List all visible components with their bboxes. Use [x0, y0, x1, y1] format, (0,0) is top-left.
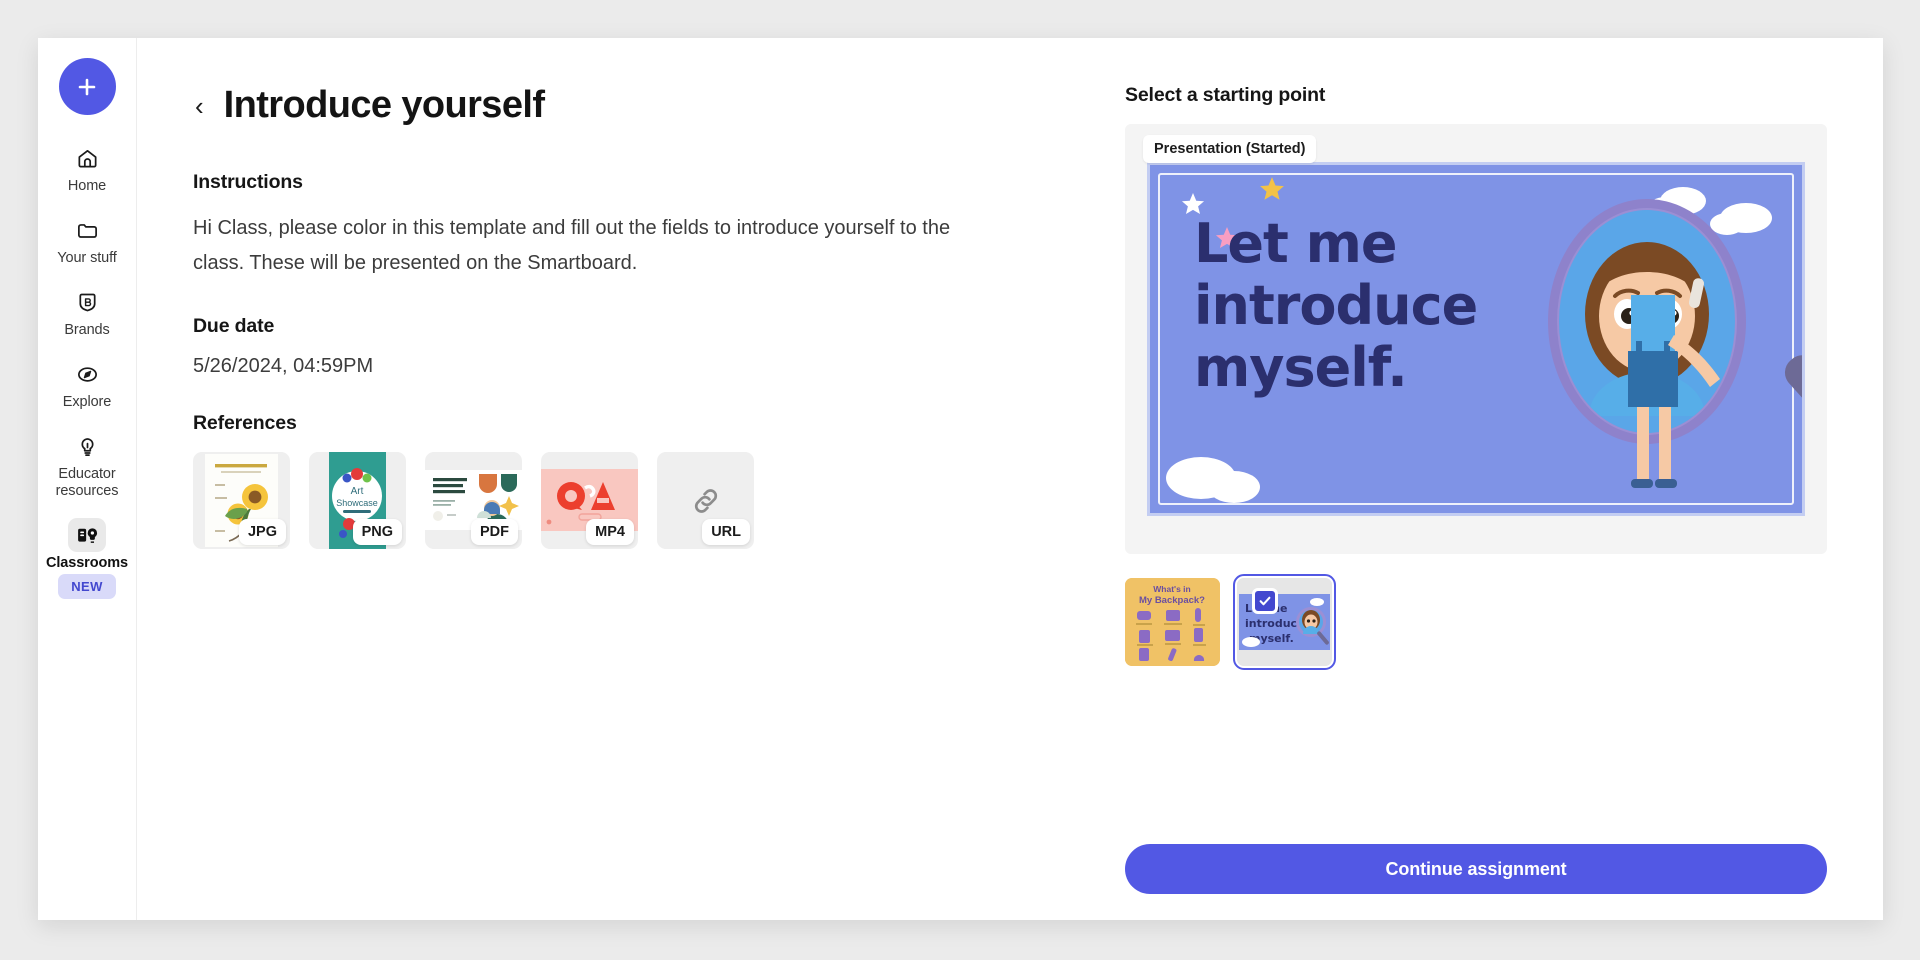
starting-point-thumb-backpack[interactable]: What's in My Backpack? — [1125, 578, 1220, 666]
assignment-details-column: ‹ Introduce yourself Instructions Hi Cla… — [193, 84, 1053, 920]
main-content: ‹ Introduce yourself Instructions Hi Cla… — [137, 38, 1883, 920]
slide-preview[interactable]: Let me introduce myself. — [1147, 162, 1805, 516]
new-badge: NEW — [58, 574, 116, 599]
due-date-value: 5/26/2024, 04:59PM — [193, 355, 374, 377]
sidebar-item-your-stuff[interactable]: Your stuff — [42, 213, 132, 267]
sidebar-item-label: Brands — [64, 322, 110, 338]
reference-card-png[interactable]: Art Showcase PNG — [309, 452, 406, 549]
starting-point-thumb-introduce-myself[interactable]: Let me introduce myself. — [1233, 574, 1336, 670]
page-title: Introduce yourself — [223, 84, 545, 126]
reference-type-badge: PNG — [352, 519, 402, 545]
svg-text:Art: Art — [351, 486, 364, 497]
folder-icon — [68, 213, 106, 247]
instructions-heading: Instructions — [193, 171, 303, 193]
cloud-icon — [1208, 471, 1260, 503]
reference-card-pdf[interactable]: PDF — [425, 452, 522, 549]
starting-point-heading: Select a starting point — [1125, 84, 1326, 106]
plus-icon — [75, 75, 99, 99]
app-card: Home Your stuff Brands Explore Educator … — [38, 38, 1883, 920]
bulb-icon — [68, 429, 106, 463]
sidebar-item-label: Your stuff — [57, 250, 117, 266]
reference-type-badge: MP4 — [586, 519, 634, 545]
brand-icon — [68, 285, 106, 319]
reference-card-jpg[interactable]: JPG — [193, 452, 290, 549]
selected-check-icon — [1252, 588, 1278, 614]
sidebar: Home Your stuff Brands Explore Educator … — [38, 38, 137, 920]
home-icon — [68, 141, 106, 175]
chevron-left-icon[interactable]: ‹ — [193, 93, 206, 119]
references-list: JPG Art Showcase PNG PDF MP4 URL — [193, 452, 1053, 549]
title-row: ‹ Introduce yourself — [193, 84, 1053, 127]
sidebar-item-label: Educator resources — [55, 466, 119, 499]
sidebar-item-label: Classrooms — [45, 555, 128, 571]
reference-type-badge: JPG — [238, 519, 286, 545]
due-date-heading: Due date — [193, 315, 275, 337]
preview-status-chip: Presentation (Started) — [1143, 135, 1317, 163]
starting-point-thumbnails: What's in My Backpack? me introduce myse… — [1125, 574, 1827, 670]
sidebar-item-label: Home — [67, 178, 107, 194]
girl-body-illustration — [1628, 295, 1720, 488]
references-section: References JPG Art Showcase PNG PDF MP4 … — [193, 412, 1053, 549]
sidebar-item-classrooms[interactable]: Classrooms NEW — [42, 518, 132, 599]
reference-type-badge: PDF — [471, 519, 518, 545]
sidebar-item-educator-resources[interactable]: Educator resources — [42, 429, 132, 500]
sidebar-item-home[interactable]: Home — [42, 141, 132, 195]
explore-icon — [68, 357, 106, 391]
reference-card-mp4[interactable]: MP4 — [541, 452, 638, 549]
thumb-line-1: What's in — [1153, 584, 1190, 594]
due-date-section: Due date 5/26/2024, 04:59PM — [193, 315, 1053, 378]
references-heading: References — [193, 412, 297, 434]
classroom-icon — [68, 518, 106, 552]
sidebar-item-explore[interactable]: Explore — [42, 357, 132, 411]
sidebar-item-label: Explore — [62, 394, 112, 410]
create-button[interactable] — [58, 58, 116, 115]
instructions-text: Hi Class, please color in this template … — [193, 217, 951, 274]
svg-text:Showcase: Showcase — [336, 498, 378, 508]
instructions-section: Instructions Hi Class, please color in t… — [193, 171, 1053, 281]
star-yellow-icon — [1260, 177, 1284, 200]
reference-type-badge: URL — [702, 519, 750, 545]
sidebar-item-brands[interactable]: Brands — [42, 285, 132, 339]
starting-point-column: Select a starting point Presentation (St… — [1053, 84, 1827, 920]
thumb-line-2: My Backpack? — [1139, 595, 1205, 606]
preview-frame: Presentation (Started) Let me introduce … — [1125, 124, 1827, 554]
continue-assignment-button[interactable]: Continue assignment — [1125, 844, 1827, 894]
thumb-line-2: introduce — [1245, 617, 1305, 630]
reference-card-url[interactable]: URL — [657, 452, 754, 549]
